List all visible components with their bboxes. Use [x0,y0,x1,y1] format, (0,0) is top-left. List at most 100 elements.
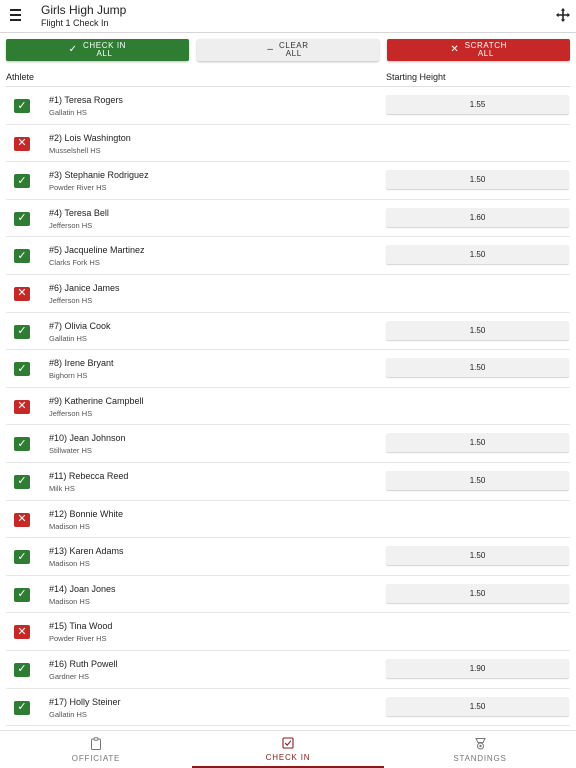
table-row: ✕ #6) Janice James Jefferson HS [6,275,570,313]
page-subtitle: Flight 1 Check In [41,18,109,28]
table-row: ✓ #13) Karen Adams Madison HS 1.50 [6,538,570,576]
scratch-all-button[interactable]: ✕ SCRATCH ALL [387,39,571,61]
starting-height-button[interactable]: 1.50 [386,245,569,265]
bulk-actions: ✓ CHECK IN ALL – CLEAR ALL ✕ SCRATCH ALL [6,39,571,61]
checked-in-checkbox[interactable]: ✓ [14,550,30,565]
starting-height-button[interactable]: 1.50 [386,583,569,603]
checked-in-checkbox[interactable]: ✓ [14,99,30,113]
scratch-all-label-line2: ALL [477,49,494,58]
athlete-name: #14) Joan Jones [49,583,116,594]
app-root: Girls High Jump Flight 1 Check In ✓ CHEC… [0,0,576,768]
check-icon: ✓ [17,212,27,225]
athlete-school: Milk HS [49,483,75,493]
athlete-school: Gallatin HS [49,709,87,719]
table-row: ✓ #5) Jacqueline Martinez Clarks Fork HS 1.… [6,237,570,275]
scratched-checkbox[interactable]: ✕ [14,286,30,301]
starting-height-button[interactable]: 1.50 [386,696,569,716]
athlete-school: Jefferson HS [49,408,93,418]
column-header-starting-height: Starting Height [386,72,446,82]
close-icon: ✕ [17,287,27,300]
athlete-school: Jefferson HS [49,295,93,305]
close-icon: ✕ [450,44,459,55]
starting-height-button[interactable]: 1.90 [386,658,569,678]
tab-check-in[interactable]: CHECK IN [192,731,384,768]
starting-height-button[interactable]: 1.50 [386,546,569,566]
menu-icon[interactable] [7,6,25,24]
checked-in-checkbox[interactable]: ✓ [14,324,30,339]
tab-check-in-label: CHECK IN [265,753,311,762]
check-icon: ✓ [17,99,27,112]
table-row: ✓ #3) Stephanie Rodriguez Powder River HS 1… [6,162,570,200]
table-row: ✓ #8) Irene Bryant Bighorn HS 1.50 [6,350,570,388]
check-icon: ✓ [17,325,27,338]
starting-height-button[interactable]: 1.50 [386,470,569,490]
check-icon: ✓ [17,437,27,450]
athlete-name: #7) Olivia Cook [49,320,111,331]
check-icon: ✓ [17,588,27,601]
athlete-name: #4) Teresa Bell [49,207,109,218]
check-icon: ✓ [17,550,27,563]
starting-height-button[interactable]: 1.50 [386,433,569,453]
table-row: ✓ #10) Jean Johnson Stillwater HS 1.50 [6,425,570,463]
tab-standings[interactable]: STANDINGS [384,731,576,768]
athlete-name: #1) Teresa Rogers [49,95,123,105]
athlete-school: Gardner HS [49,671,90,681]
starting-height-button[interactable]: 1.50 [386,170,569,190]
minus-icon: – [267,44,273,55]
table-row: ✓ #16) Ruth Powell Gardner HS 1.90 [6,651,570,689]
checked-in-checkbox[interactable]: ✓ [14,174,30,189]
page-title: Girls High Jump [41,3,127,17]
check-in-all-label-line2: ALL [96,49,113,58]
scratched-checkbox[interactable]: ✕ [14,399,30,414]
table-row: ✓ #1) Teresa Rogers Gallatin HS 1.55 [6,87,570,125]
athlete-list[interactable]: ✓ #1) Teresa Rogers Gallatin HS 1.55 ✕ #2) Lo… [0,87,576,730]
athlete-school: Madison HS [49,559,90,569]
tab-officiate[interactable]: OFFICIATE [0,731,192,768]
scratched-checkbox[interactable]: ✕ [14,136,30,151]
checked-in-checkbox[interactable]: ✓ [14,474,30,489]
table-row: ✕ #12) Bonnie White Madison HS [6,501,570,539]
checked-in-checkbox[interactable]: ✓ [14,362,30,377]
scratched-checkbox[interactable]: ✕ [14,625,30,640]
table-row: ✕ #15) Tina Wood Powder River HS [6,613,570,651]
close-icon: ✕ [17,137,27,150]
move-icon[interactable] [555,7,571,23]
athlete-name: #12) Bonnie White [49,508,124,519]
checked-in-checkbox[interactable]: ✓ [14,700,30,715]
athlete-name: #2) Lois Washington [49,132,131,143]
starting-height-button[interactable]: 1.50 [386,358,569,378]
checkbox-icon [282,737,294,749]
athlete-school: Jefferson HS [49,220,93,230]
athlete-school: Gallatin HS [49,333,87,343]
athlete-name: #8) Irene Bryant [49,358,114,369]
check-icon: ✓ [17,362,27,375]
checked-in-checkbox[interactable]: ✓ [14,437,30,452]
check-icon: ✓ [17,174,27,187]
starting-height-button[interactable]: 1.60 [386,207,569,227]
athlete-school: Clarks Fork HS [49,258,100,268]
clipboard-icon [91,736,101,750]
starting-height-button[interactable]: 1.55 [386,95,569,114]
clear-all-label-line2: ALL [285,49,302,58]
close-icon: ✕ [17,513,27,526]
starting-height-button[interactable]: 1.50 [386,320,569,340]
clear-all-button[interactable]: – CLEAR ALL [196,39,380,61]
athlete-school: Madison HS [49,521,90,531]
checked-in-checkbox[interactable]: ✓ [14,662,30,677]
athlete-name: #6) Janice James [49,282,120,293]
athlete-name: #3) Stephanie Rodriguez [49,170,149,181]
athlete-name: #16) Ruth Powell [49,658,118,669]
checked-in-checkbox[interactable]: ✓ [14,211,30,226]
table-row: ✓ #11) Rebecca Reed Milk HS 1.50 [6,463,570,501]
table-row: ✓ #7) Olivia Cook Gallatin HS 1.50 [6,313,570,351]
checked-in-checkbox[interactable]: ✓ [14,587,30,602]
athlete-name: #10) Jean Johnson [49,433,126,444]
close-icon: ✕ [17,625,27,638]
check-icon: ✓ [68,44,78,55]
bottom-navigation: OFFICIATE CHECK IN STANDINGS [0,730,576,768]
table-row: ✓ #14) Joan Jones Madison HS 1.50 [6,576,570,614]
checked-in-checkbox[interactable]: ✓ [14,249,30,264]
close-icon: ✕ [17,400,27,413]
check-in-all-button[interactable]: ✓ CHECK IN ALL [6,39,189,61]
scratched-checkbox[interactable]: ✕ [14,512,30,527]
